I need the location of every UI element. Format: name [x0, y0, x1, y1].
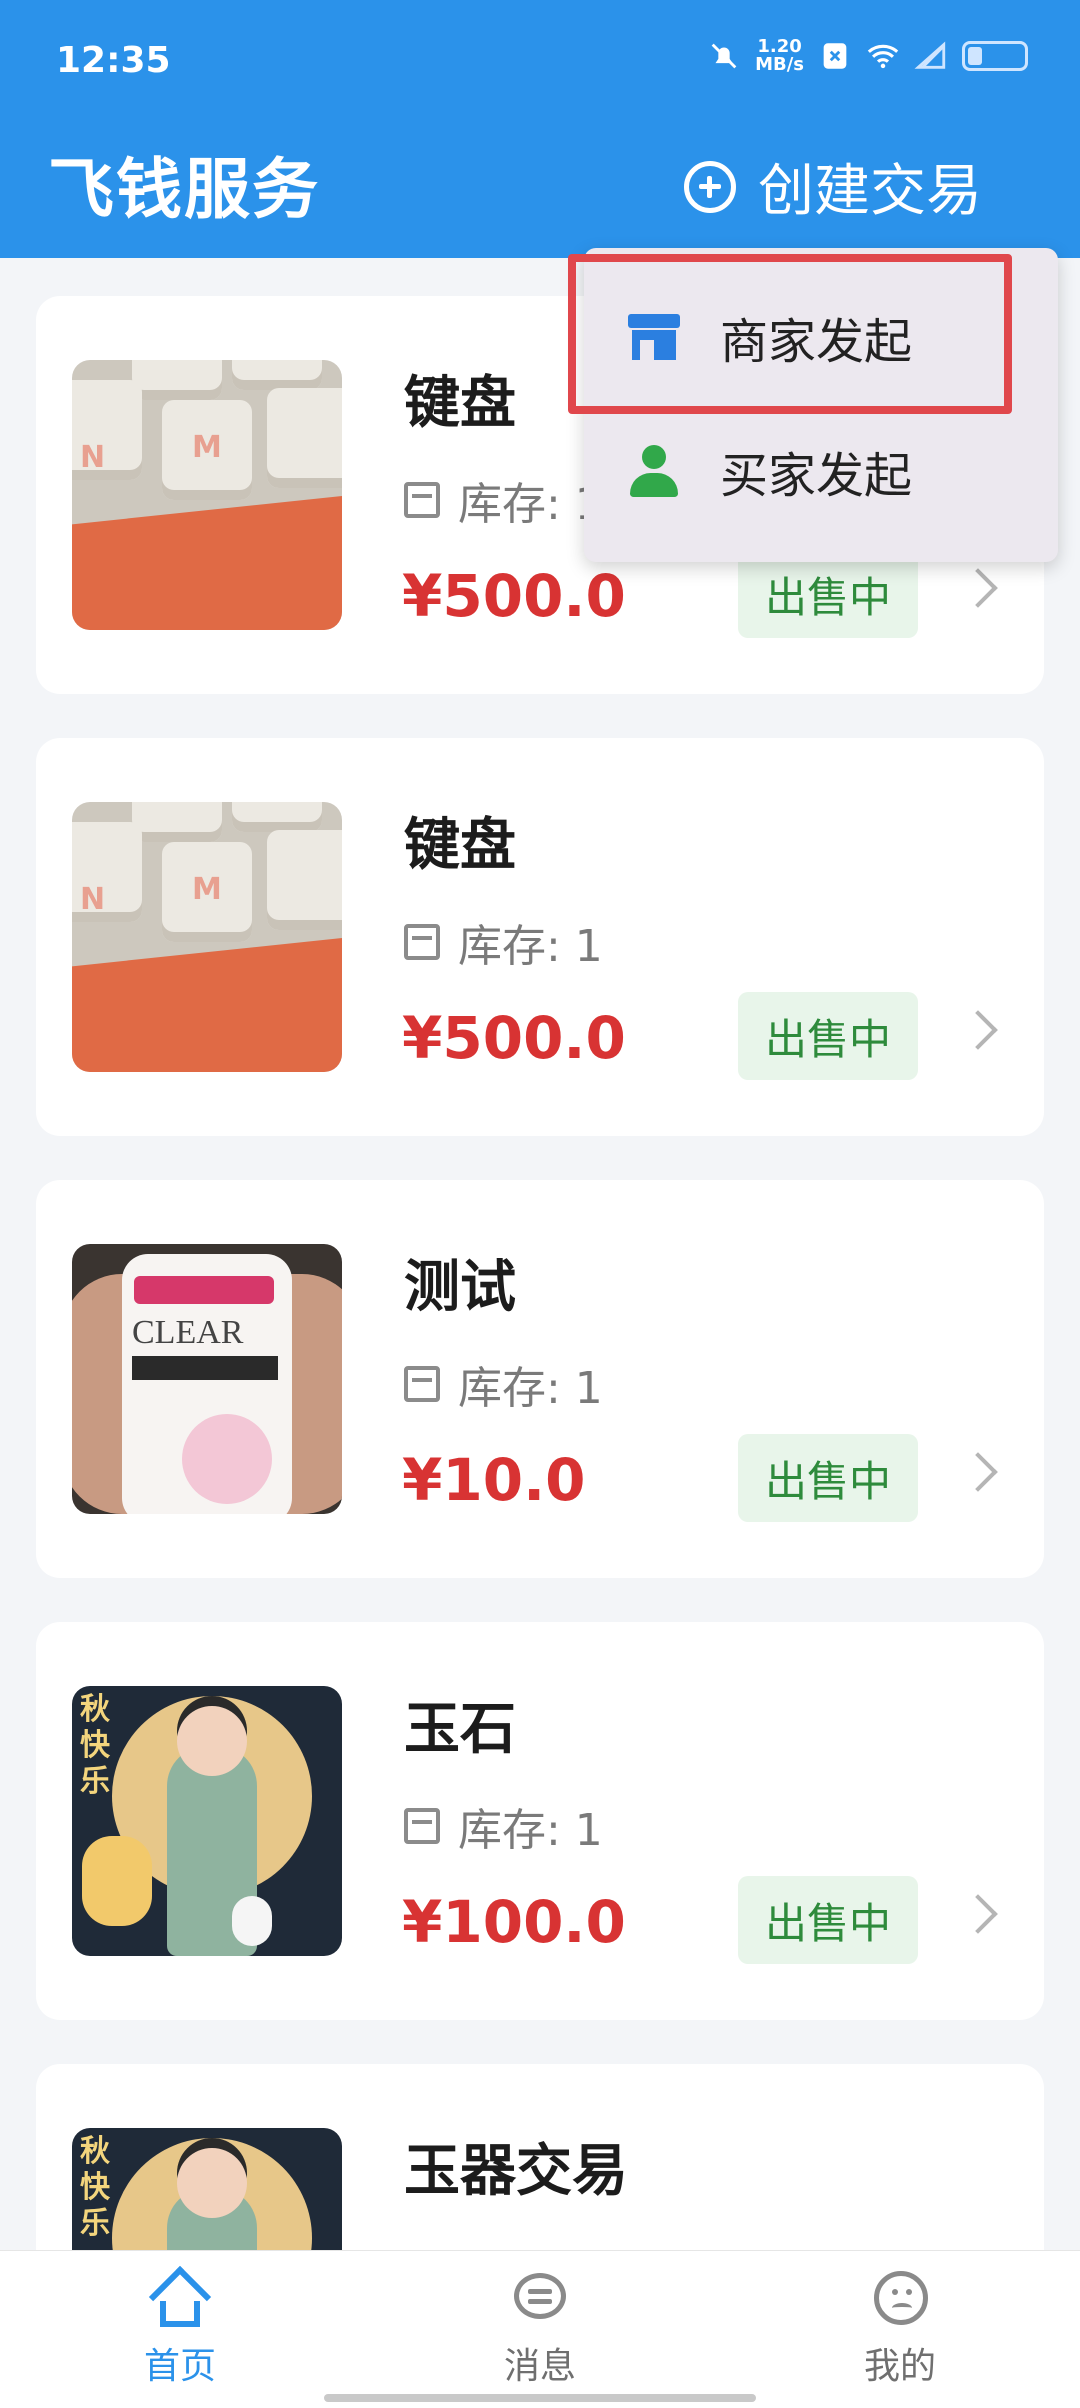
create-transaction-button[interactable]: 创建交易 — [684, 146, 982, 227]
product-stock: 库存: 1 — [404, 468, 603, 532]
chevron-right-icon — [958, 1894, 998, 1934]
product-price: ¥10.0 — [402, 1446, 586, 1514]
status-badge: 出售中 — [738, 550, 918, 638]
product-stock: 库存: 1 — [404, 1352, 603, 1416]
menu-item-label: 商家发起 — [720, 314, 913, 370]
product-price: ¥100.0 — [402, 1888, 626, 1956]
create-transaction-menu: 商家发起 买家发起 — [584, 248, 1058, 562]
product-stock: 库存: 1 — [404, 910, 603, 974]
chevron-right-icon — [958, 1452, 998, 1492]
product-stock: 库存: 1 — [404, 1794, 603, 1858]
nav-label-home: 首页 — [143, 2346, 216, 2387]
stock-label: 库存: 1 — [458, 1363, 603, 1414]
person-icon — [628, 445, 680, 497]
nav-label-messages: 消息 — [503, 2346, 576, 2387]
face-icon — [870, 2271, 930, 2325]
network-speed-unit: MB/s — [755, 54, 804, 75]
stock-label: 库存: 1 — [458, 1805, 603, 1856]
signal-icon — [914, 41, 946, 69]
add-circle-icon — [684, 160, 736, 213]
status-icons: 1.20 MB/s — [707, 38, 1028, 74]
product-image: CLEAR — [72, 1244, 342, 1514]
mute-bell-icon — [711, 43, 737, 69]
inventory-box-icon — [404, 482, 440, 518]
menu-item-buyer-initiate[interactable]: 买家发起 — [584, 406, 1058, 536]
home-icon — [148, 2265, 212, 2329]
product-image: N M — [72, 360, 342, 630]
product-price: ¥500.0 — [402, 1004, 626, 1072]
store-icon — [628, 314, 680, 360]
status-badge: 出售中 — [738, 992, 918, 1080]
chevron-right-icon — [958, 1010, 998, 1050]
product-price: ¥500.0 — [402, 562, 626, 630]
nav-item-profile[interactable]: 我的 — [810, 2271, 990, 2389]
chevron-right-icon — [958, 568, 998, 608]
top-app-bar: 12:35 1.20 MB/s 飞钱服务 创建交易 — [0, 0, 1080, 258]
bottom-navigation: 首页 消息 我的 — [0, 2250, 1080, 2408]
home-indicator — [324, 2394, 756, 2402]
inventory-box-icon — [404, 924, 440, 960]
page-title: 飞钱服务 — [48, 151, 320, 228]
sim-off-icon — [823, 43, 847, 69]
status-badge: 出售中 — [738, 1876, 918, 1964]
status-badge: 出售中 — [738, 1434, 918, 1522]
status-time: 12:35 — [56, 40, 171, 81]
nav-item-home[interactable]: 首页 — [90, 2265, 270, 2389]
chat-icon — [510, 2271, 570, 2325]
product-image: 秋 快 乐 — [72, 1686, 342, 1956]
product-name: 键盘 — [404, 813, 516, 878]
product-name: 玉石 — [404, 1697, 516, 1762]
stock-label: 库存: 1 — [458, 479, 603, 530]
menu-item-label: 买家发起 — [720, 448, 913, 504]
wifi-icon — [867, 44, 899, 69]
product-card[interactable]: CLEAR 测试 库存: 1 ¥10.0 出售中 — [36, 1180, 1044, 1578]
inventory-box-icon — [404, 1366, 440, 1402]
product-name: 键盘 — [404, 371, 516, 436]
product-name: 测试 — [404, 1255, 516, 1320]
product-card[interactable]: 秋 快 乐 玉石 库存: 1 ¥100.0 出售中 — [36, 1622, 1044, 2020]
product-image: N M — [72, 802, 342, 1072]
battery-icon — [962, 41, 1028, 71]
product-card[interactable]: N M 键盘 库存: 1 ¥500.0 出售中 — [36, 738, 1044, 1136]
network-speed: 1.20 MB/s — [755, 38, 804, 74]
nav-item-messages[interactable]: 消息 — [450, 2271, 630, 2389]
stock-label: 库存: 1 — [458, 921, 603, 972]
nav-label-profile: 我的 — [863, 2346, 936, 2387]
create-transaction-label: 创建交易 — [758, 159, 982, 224]
product-name: 玉器交易 — [404, 2139, 628, 2204]
menu-item-merchant-initiate[interactable]: 商家发起 — [584, 272, 1058, 402]
inventory-box-icon — [404, 1808, 440, 1844]
